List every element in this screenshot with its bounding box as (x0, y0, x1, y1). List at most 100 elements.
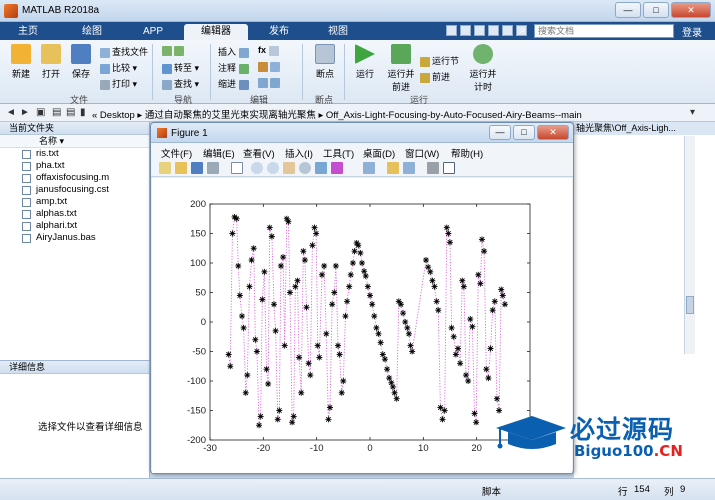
data-point (493, 395, 500, 402)
data-point (431, 283, 438, 290)
menu-view[interactable]: 查看(V) (243, 146, 275, 160)
find-button[interactable]: 查找 ▾ (162, 77, 199, 90)
data-point (400, 310, 407, 317)
colorbar-icon[interactable] (387, 162, 399, 174)
back-icon[interactable]: ◄ (6, 107, 16, 118)
data-cursor-icon[interactable] (315, 162, 327, 174)
back-forward-button[interactable] (162, 45, 186, 56)
indent-button[interactable]: 缩进 (218, 77, 251, 90)
run-section-button[interactable]: 运行节 (420, 54, 459, 67)
path-dropdown-icon[interactable]: ▾ (690, 107, 695, 118)
minimize-button[interactable]: — (615, 2, 641, 18)
close-button[interactable]: ✕ (671, 2, 711, 18)
menu-desktop[interactable]: 桌面(D) (363, 146, 395, 160)
smart-indent-button[interactable] (258, 77, 282, 88)
brush-icon[interactable] (331, 162, 343, 174)
file-item[interactable]: alphas.txt (0, 208, 149, 220)
rotate-icon[interactable] (299, 162, 311, 174)
advance-button[interactable]: 前进 (420, 70, 450, 83)
quick-access-toolbar (446, 25, 527, 36)
file-item[interactable]: ris.txt (0, 148, 149, 160)
file-item[interactable]: AiryJanus.bas (0, 232, 149, 244)
file-item[interactable]: offaxisfocusing.m (0, 172, 149, 184)
ribbon-separator (344, 44, 345, 100)
scrollbar-thumb[interactable] (686, 296, 694, 314)
data-point (355, 242, 362, 249)
goto-button[interactable]: 转至 ▾ (162, 61, 199, 74)
data-point (316, 354, 323, 361)
compare-button[interactable]: 比较 ▾ (100, 61, 137, 74)
data-point (265, 380, 272, 387)
tab-editor[interactable]: 编辑器 (184, 24, 248, 40)
figure-titlebar[interactable]: Figure 1 — □ ✕ (151, 123, 573, 143)
link-plot-icon[interactable] (363, 162, 375, 174)
search-folder-icon[interactable]: ▤ (66, 107, 75, 118)
save-button[interactable]: 保存 (66, 44, 96, 80)
insert-button[interactable]: 插入 (218, 45, 251, 58)
browse-folder-icon[interactable]: ▤ (52, 107, 61, 118)
tab-home[interactable]: 主页 (4, 24, 52, 40)
zoom-out-icon[interactable] (267, 162, 279, 174)
status-col-label: 列 (664, 487, 674, 498)
save-figure-icon[interactable] (191, 162, 203, 174)
maximize-button[interactable]: □ (643, 2, 669, 18)
forward-icon[interactable]: ► (20, 107, 30, 118)
pan-icon[interactable] (283, 162, 295, 174)
figure-maximize-button[interactable]: □ (513, 125, 535, 140)
hide-tools-icon[interactable] (427, 162, 439, 174)
copy-quick-icon[interactable] (474, 25, 485, 36)
print-button[interactable]: 打印 ▾ (100, 77, 137, 90)
open-file-icon[interactable] (175, 162, 187, 174)
menu-insert[interactable]: 插入(I) (285, 146, 313, 160)
figure-close-button[interactable]: ✕ (537, 125, 569, 140)
find-files-button[interactable]: 查找文件 (100, 45, 148, 58)
menu-file[interactable]: 文件(F) (161, 146, 192, 160)
save-quick-icon[interactable] (446, 25, 457, 36)
file-item[interactable]: alphari.txt (0, 220, 149, 232)
data-point (242, 389, 249, 396)
data-point (298, 389, 305, 396)
comment-button[interactable]: 注释 (218, 61, 251, 74)
undo-quick-icon[interactable] (502, 25, 513, 36)
new-figure-icon[interactable] (159, 162, 171, 174)
menu-window[interactable]: 窗口(W) (405, 146, 439, 160)
vertical-scrollbar[interactable] (684, 136, 695, 354)
data-point (281, 342, 288, 349)
file-item[interactable]: janusfocusing.cst (0, 184, 149, 196)
open-button[interactable]: 打开 (36, 44, 66, 80)
menu-tools[interactable]: 工具(T) (323, 146, 354, 160)
fx-button[interactable]: fx (258, 45, 281, 56)
run-and-time-button[interactable]: 运行并计时 (466, 44, 500, 93)
zoom-in-icon[interactable] (251, 162, 263, 174)
graduation-cap-logo (496, 416, 566, 449)
legend-icon[interactable] (403, 162, 415, 174)
file-item[interactable]: amp.txt (0, 196, 149, 208)
current-folder-path[interactable]: « Desktop ▸ 通过自动聚焦的艾里光束实现离轴光聚焦 ▸ Off_Axi… (92, 107, 582, 121)
name-column-header[interactable]: 名称 ▾ (0, 135, 149, 148)
figure-minimize-button[interactable]: — (489, 125, 511, 140)
paste-quick-icon[interactable] (488, 25, 499, 36)
login-link[interactable]: 登录 (682, 24, 702, 39)
tab-publish[interactable]: 发布 (252, 24, 306, 40)
menu-edit[interactable]: 编辑(E) (203, 146, 235, 160)
run-button[interactable]: 运行 (350, 44, 380, 80)
search-input[interactable] (534, 24, 674, 38)
show-tools-icon[interactable] (443, 162, 455, 174)
tab-apps[interactable]: APP (124, 24, 182, 40)
folder-up-icon[interactable]: ▣ (36, 107, 45, 118)
wrap-button[interactable] (258, 61, 282, 72)
print-figure-icon[interactable] (207, 162, 219, 174)
data-point (307, 372, 314, 379)
cut-quick-icon[interactable] (460, 25, 471, 36)
run-advance-button[interactable]: 运行并前进 (384, 44, 418, 93)
tab-plots[interactable]: 绘图 (62, 24, 122, 40)
file-item[interactable]: pha.txt (0, 160, 149, 172)
pointer-icon[interactable] (231, 162, 243, 174)
fx-dropdown-icon (268, 45, 279, 56)
breakpoints-button[interactable]: 断点 (310, 44, 340, 80)
data-point (364, 283, 371, 290)
new-button[interactable]: 新建 (6, 44, 36, 80)
tab-view[interactable]: 视图 (310, 24, 366, 40)
run-label: 运行 (355, 69, 374, 79)
menu-help[interactable]: 帮助(H) (451, 146, 483, 160)
